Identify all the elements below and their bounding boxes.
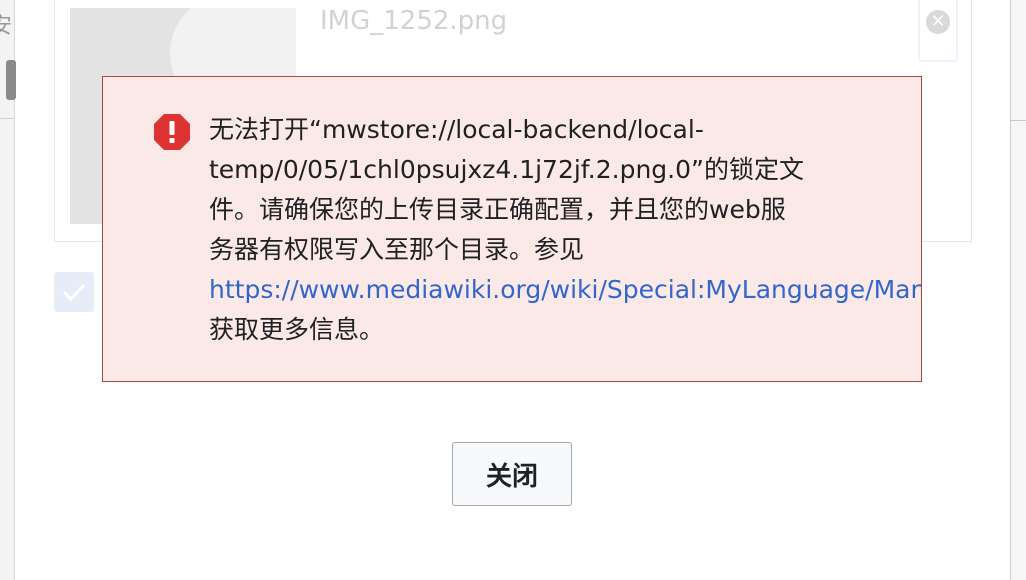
error-message-text: 无法打开“mwstore://local-backend/local- temp…	[209, 110, 921, 350]
checkmark-icon	[62, 283, 86, 302]
manual-upload-directory-link[interactable]: https://www.mediawiki.org/wiki/Special:M…	[209, 275, 921, 304]
divider	[1010, 120, 1026, 121]
error-message-line: 务器有权限写入至那个目录。参见	[209, 235, 585, 264]
error-message-line: 无法打开“mwstore://local-backend/local-	[209, 115, 704, 144]
remove-upload-icon[interactable]: ✕	[926, 10, 950, 34]
error-message-line: 件。请确保您的上传目录正确配置，并且您的web服	[209, 195, 786, 224]
close-button[interactable]: 关闭	[452, 442, 572, 506]
error-message-box: 无法打开“mwstore://local-backend/local- temp…	[102, 76, 922, 382]
error-icon	[154, 114, 190, 150]
background-page-button	[6, 60, 16, 100]
background-page-fragment-text: 安	[0, 14, 13, 39]
error-message-line: temp/0/05/1chl0psujxz4.1j72jf.2.png.0”的锁…	[209, 155, 804, 184]
error-message-line: 获取更多信息。	[209, 315, 385, 344]
dialog-right-border	[1010, 0, 1026, 580]
upload-checkbox[interactable]	[54, 272, 94, 312]
upload-filename: IMG_1252.png	[320, 6, 508, 36]
divider	[0, 118, 14, 119]
